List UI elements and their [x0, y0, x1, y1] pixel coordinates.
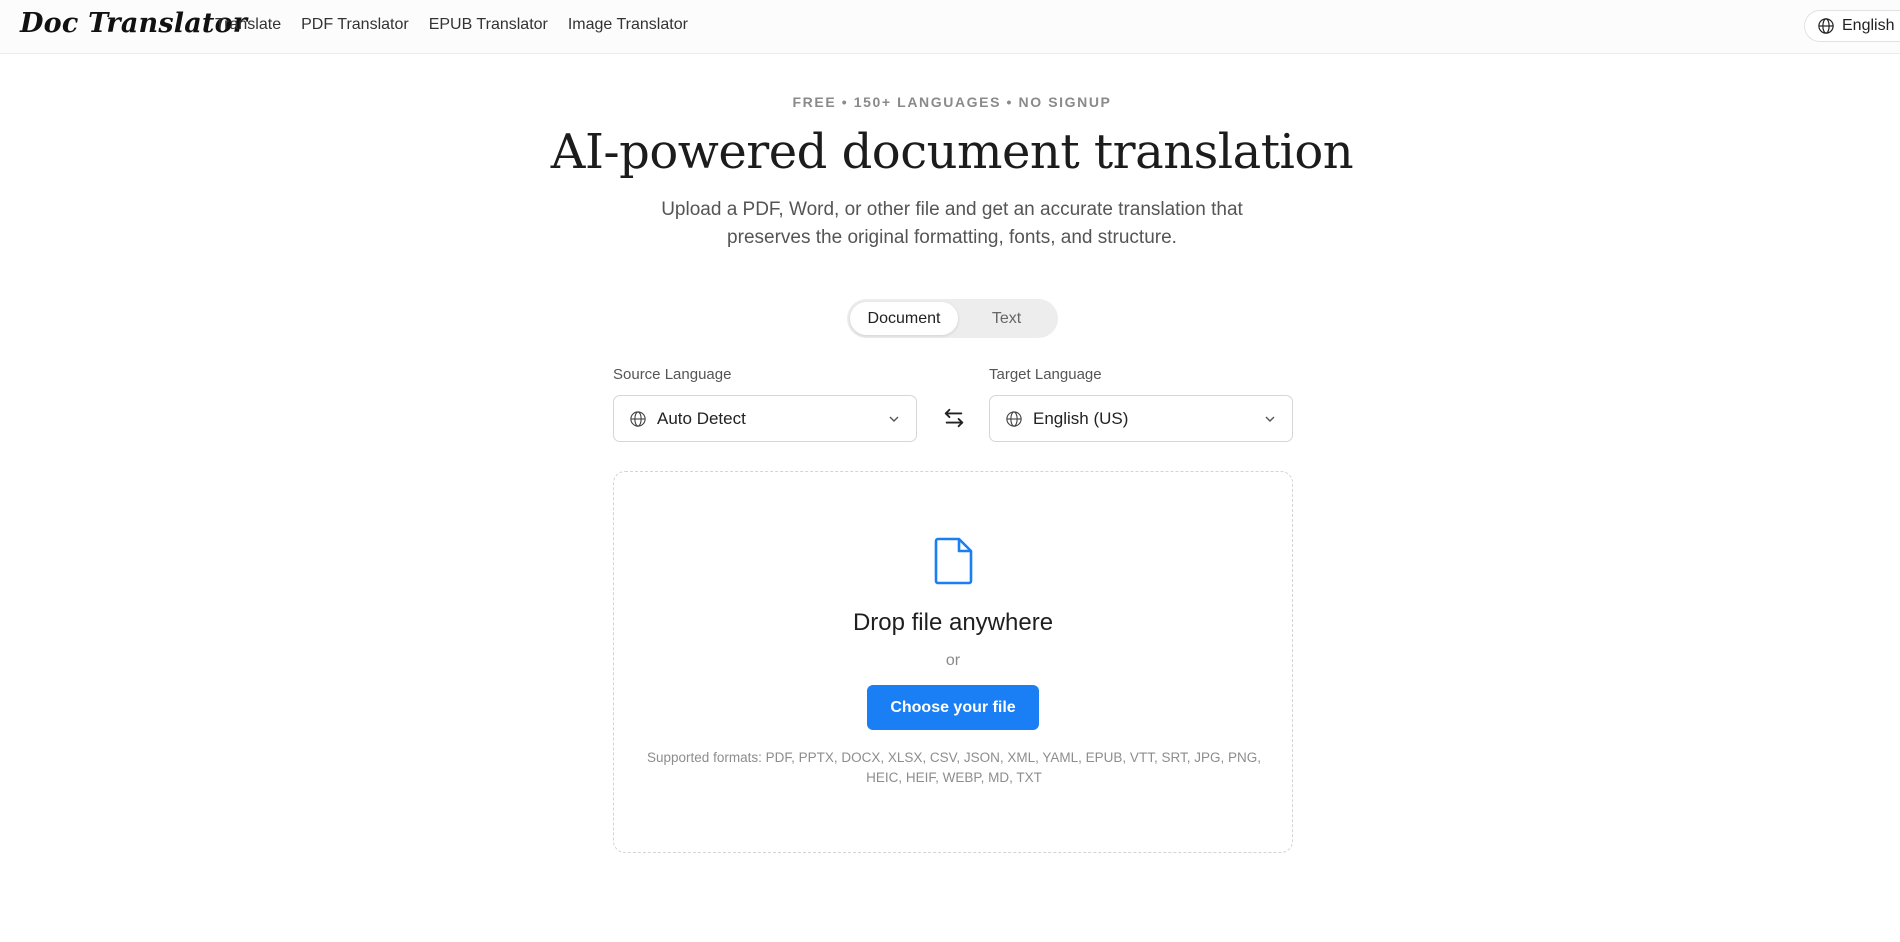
chevron-down-icon — [889, 416, 899, 422]
globe-icon — [1818, 18, 1834, 34]
drop-zone-or: or — [945, 652, 961, 669]
file-icon — [934, 537, 973, 585]
globe-icon — [1006, 410, 1022, 427]
nav-link-image-translator[interactable]: Image Translator — [568, 16, 688, 34]
target-language-label: Target Language — [989, 366, 1102, 383]
nav-link-pdf-translator[interactable]: PDF Translator — [301, 16, 409, 34]
choose-file-button[interactable]: Choose your file — [867, 685, 1039, 730]
target-language-select[interactable]: English (US) — [989, 395, 1293, 442]
swap-arrows-icon — [944, 408, 964, 428]
file-drop-zone[interactable]: Drop file anywhere or Choose your file S… — [613, 471, 1293, 853]
top-navigation-bar: Doc Translator Translate PDF Translator … — [0, 0, 1900, 54]
hero-subtitle: Upload a PDF, Word, or other file and ge… — [661, 199, 1243, 248]
source-language-label: Source Language — [613, 366, 732, 383]
mode-toggle: Document Text — [847, 299, 1058, 338]
source-language-value: Auto Detect — [657, 408, 746, 428]
target-language-value: English (US) — [1033, 408, 1129, 428]
interface-language-button[interactable]: English — [1804, 10, 1900, 42]
interface-language-label: English — [1842, 17, 1895, 34]
chevron-down-icon — [1265, 416, 1275, 422]
main-nav: Translate PDF Translator EPUB Translator… — [215, 0, 688, 50]
hero-eyebrow: FREE • 150+ LANGUAGES • NO SIGNUP — [792, 94, 1112, 110]
site-logo[interactable]: Doc Translator — [20, 8, 247, 39]
source-language-select[interactable]: Auto Detect — [613, 395, 917, 442]
supported-formats: Supported formats: PDF, PPTX, DOCX, XLSX… — [647, 750, 1261, 785]
globe-icon — [630, 410, 646, 427]
drop-zone-title: Drop file anywhere — [852, 609, 1054, 636]
tab-document[interactable]: Document — [850, 302, 958, 335]
swap-languages-button[interactable] — [941, 405, 967, 431]
nav-link-translate[interactable]: Translate — [215, 16, 281, 34]
tab-text[interactable]: Text — [958, 302, 1055, 335]
nav-link-epub-translator[interactable]: EPUB Translator — [429, 16, 548, 34]
page-title: AI-powered document translation — [550, 124, 1354, 180]
